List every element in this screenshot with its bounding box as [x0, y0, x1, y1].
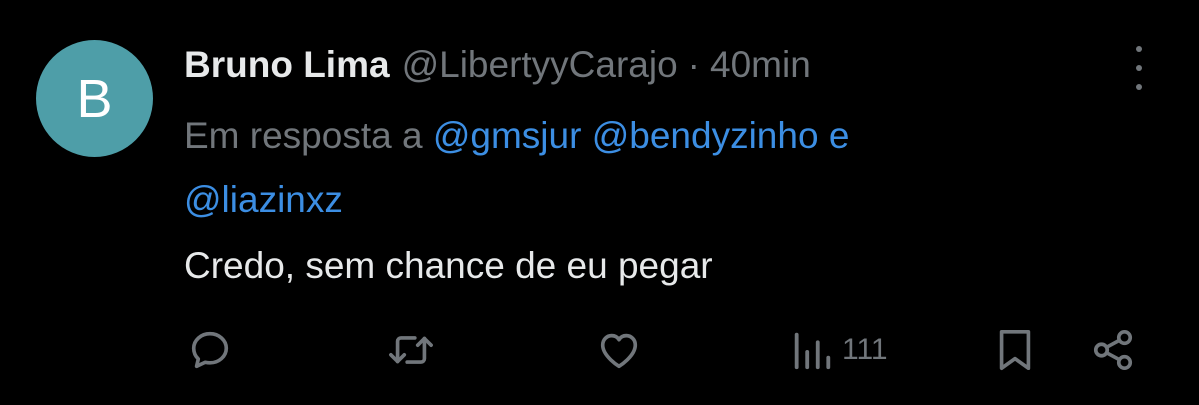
reply-button[interactable]	[187, 325, 233, 375]
avatar[interactable]: B	[36, 40, 153, 157]
reply-prefix: Em resposta a	[184, 115, 423, 156]
timestamp[interactable]: 40min	[710, 44, 811, 86]
author-handle[interactable]: @LibertyyCarajo	[402, 44, 678, 86]
retweet-button[interactable]	[386, 325, 436, 375]
views-button[interactable]: 111	[790, 325, 888, 375]
avatar-letter: B	[76, 68, 113, 129]
reply-conjunction: e	[828, 115, 850, 156]
action-bar: 111	[0, 325, 1199, 375]
separator-dot: ·	[687, 44, 700, 85]
author-name[interactable]: Bruno Lima	[184, 44, 390, 86]
reply-context: Em resposta a @gmsjur @bendyzinho e @lia…	[184, 104, 1084, 232]
more-options-icon[interactable]	[1124, 46, 1154, 90]
share-button[interactable]	[1090, 325, 1136, 375]
views-count: 111	[842, 333, 888, 366]
tweet-header: Bruno Lima @LibertyyCarajo · 40min	[184, 40, 811, 90]
mention-liazinxz[interactable]: @liazinxz	[184, 179, 343, 220]
tweet-text: Credo, sem chance de eu pegar	[184, 245, 713, 286]
like-button[interactable]	[596, 325, 642, 375]
mention-gmsjur[interactable]: @gmsjur	[433, 115, 582, 156]
tweet[interactable]: B Bruno Lima @LibertyyCarajo · 40min Em …	[0, 0, 1199, 405]
views-icon	[794, 332, 831, 370]
mention-bendyzinho[interactable]: @bendyzinho	[592, 115, 819, 156]
like-icon	[600, 333, 638, 369]
reply-icon	[191, 331, 229, 369]
retweet-icon	[389, 336, 433, 364]
share-icon	[1093, 329, 1133, 371]
bookmark-icon	[999, 329, 1031, 371]
bookmark-button[interactable]	[995, 325, 1035, 375]
